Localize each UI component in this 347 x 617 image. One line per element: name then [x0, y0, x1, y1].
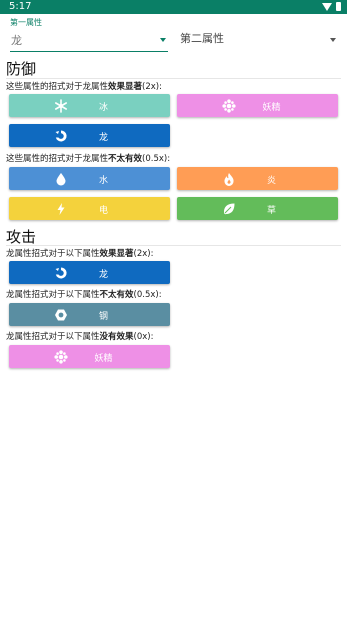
chevron-down-icon	[330, 38, 336, 42]
type-button-label: 电	[98, 206, 108, 216]
type-button-fairy[interactable]: 妖精	[9, 345, 170, 368]
type-button-ice[interactable]: 冰	[9, 94, 170, 117]
attack-group-1-label: 龙属性招式对于以下属性效果显著(2x):	[6, 249, 154, 259]
type-button-dragon[interactable]: 龙	[9, 124, 170, 147]
type-button-label: 水	[98, 176, 108, 186]
divider	[6, 245, 341, 246]
divider	[6, 78, 341, 79]
first-type-value: 龙	[11, 34, 22, 47]
attack-group-2-label: 龙属性招式对于以下属性不太有效(0.5x):	[6, 290, 162, 300]
type-button-grass[interactable]: 草	[177, 197, 338, 220]
second-type-dropdown[interactable]: 第二属性	[176, 14, 347, 56]
dropdown-underline	[10, 51, 168, 52]
attack-title: 攻击	[6, 228, 37, 246]
type-button-label: 妖精	[262, 103, 281, 113]
second-type-value: 第二属性	[180, 32, 224, 45]
wifi-icon	[322, 2, 332, 11]
type-button-steel[interactable]: 钢	[9, 303, 170, 326]
type-button-label: 龙	[98, 270, 108, 280]
defense-group-2-label: 这些属性的招式对于龙属性不太有效(0.5x):	[6, 154, 171, 164]
battery-icon	[336, 2, 341, 11]
type-button-electric[interactable]: 电	[9, 197, 170, 220]
type-button-label: 草	[266, 206, 276, 216]
type-button-label: 冰	[98, 103, 108, 113]
type-button-label: 炎	[266, 176, 276, 186]
defense-title: 防御	[6, 60, 37, 78]
type-button-label: 钢	[98, 312, 108, 322]
first-type-caption: 第一属性	[10, 18, 42, 27]
type-button-fairy[interactable]: 妖精	[177, 94, 338, 117]
type-button-label: 妖精	[94, 354, 113, 364]
status-bar: 5:17	[0, 0, 347, 14]
chevron-down-icon	[160, 38, 166, 42]
status-time: 5:17	[9, 1, 32, 12]
type-button-label: 龙	[98, 133, 108, 143]
type-button-dragon[interactable]: 龙	[9, 261, 170, 284]
type-button-water[interactable]: 水	[9, 167, 170, 190]
type-selectors: 第一属性 龙 第二属性	[0, 14, 347, 56]
attack-group-3-label: 龙属性招式对于以下属性没有效果(0x):	[6, 332, 154, 342]
first-type-dropdown[interactable]: 第一属性 龙	[0, 14, 176, 56]
defense-group-1-label: 这些属性的招式对于龙属性效果显著(2x):	[6, 82, 162, 92]
type-button-fire[interactable]: 炎	[177, 167, 338, 190]
